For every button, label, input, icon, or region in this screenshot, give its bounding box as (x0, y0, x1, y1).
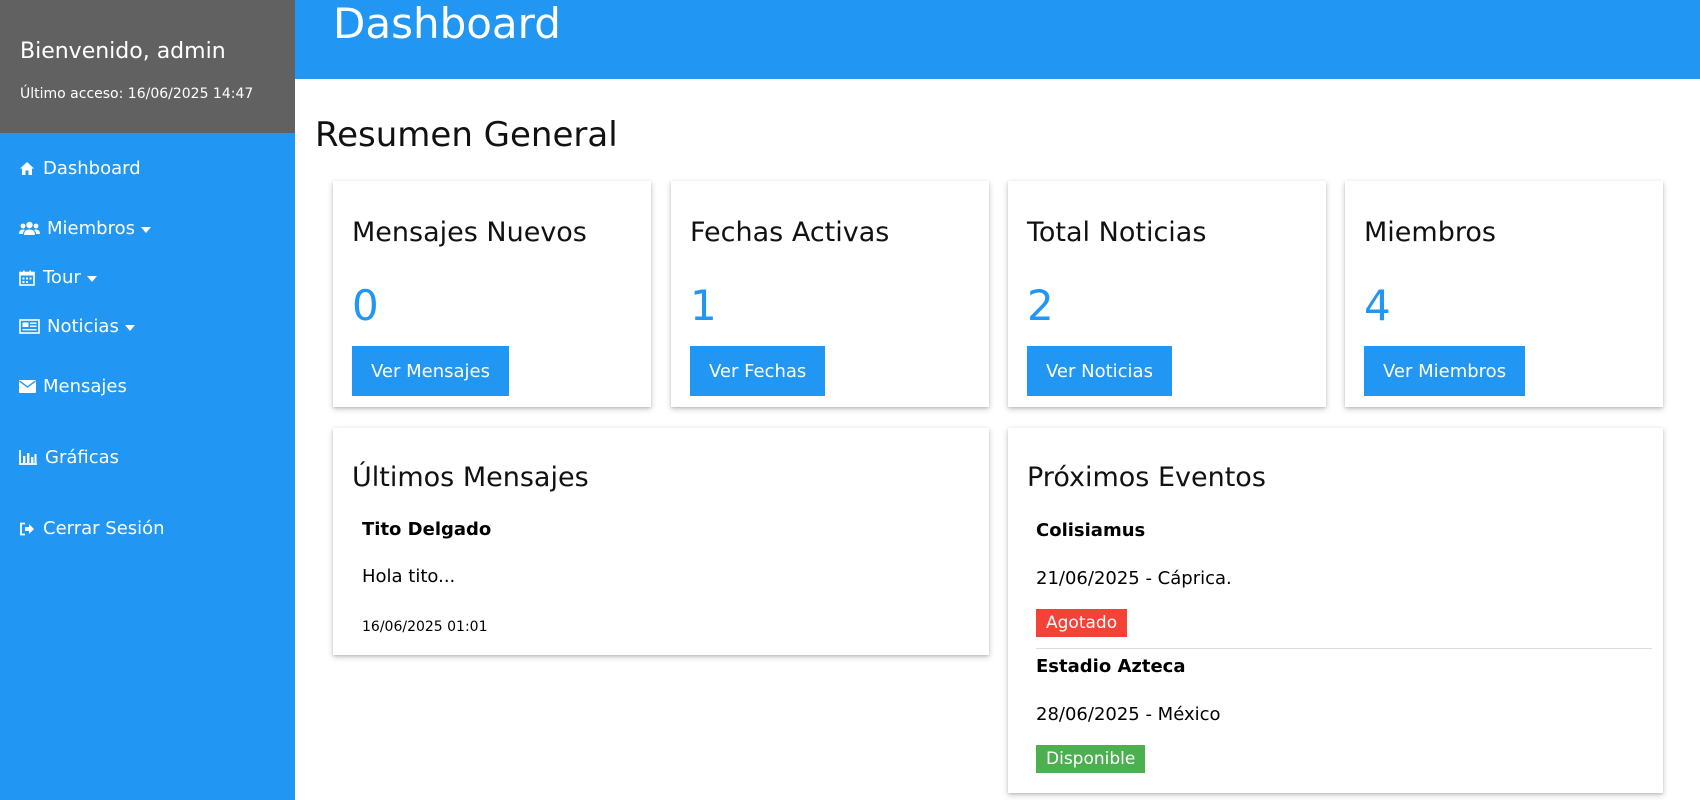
view-news-button[interactable]: Ver Noticias (1027, 346, 1172, 396)
sidebar-item-dashboard[interactable]: Dashboard (19, 158, 141, 179)
calendar-icon (19, 269, 39, 287)
stat-value: 4 (1364, 281, 1391, 330)
sidebar-item-label: Mensajes (43, 376, 127, 397)
user-box: Bienvenido, admin Último acceso: 16/06/2… (0, 0, 295, 133)
panel-title: Próximos Eventos (1027, 462, 1266, 493)
message-date: 16/06/2025 01:01 (362, 619, 488, 635)
sidebar-item-label: Tour (43, 267, 81, 288)
upcoming-events-panel: Próximos Eventos Colisiamus 21/06/2025 -… (1008, 428, 1663, 793)
envelope-icon (19, 378, 39, 396)
list-item: Estadio Azteca 28/06/2025 - México Dispo… (1036, 656, 1646, 773)
stat-value: 2 (1027, 281, 1054, 330)
welcome-text: Bienvenido, admin (20, 39, 226, 64)
users-icon (19, 220, 43, 238)
sidebar-item-miembros[interactable]: Miembros (19, 218, 151, 239)
status-badge: Disponible (1036, 745, 1146, 773)
list-item: Colisiamus 21/06/2025 - Cáprica. Agotado (1036, 520, 1646, 637)
stat-title: Total Noticias (1027, 217, 1207, 248)
stat-card-fechas: Fechas Activas 1 Ver Fechas (671, 181, 989, 407)
message-sender: Tito Delgado (362, 519, 492, 540)
latest-messages-panel: Últimos Mensajes Tito Delgado Hola tito.… (333, 428, 989, 655)
message-preview: Hola tito... (362, 566, 456, 587)
event-info: 21/06/2025 - Cáprica. (1036, 568, 1232, 589)
stat-title: Mensajes Nuevos (352, 217, 587, 248)
panel-title: Últimos Mensajes (352, 462, 589, 493)
sidebar-item-label: Dashboard (43, 158, 141, 179)
last-access-text: Último acceso: 16/06/2025 14:47 (20, 86, 254, 102)
chevron-down-icon (124, 324, 135, 331)
sign-out-icon (19, 520, 39, 538)
bar-chart-icon (19, 449, 41, 467)
sidebar-item-cerrar-sesion[interactable]: Cerrar Sesión (19, 518, 165, 539)
newspaper-icon (19, 318, 43, 336)
divider (1036, 648, 1652, 649)
sidebar-item-tour[interactable]: Tour (19, 267, 97, 288)
sidebar: Bienvenido, admin Último acceso: 16/06/2… (0, 0, 295, 800)
sidebar-item-noticias[interactable]: Noticias (19, 316, 135, 337)
view-dates-button[interactable]: Ver Fechas (690, 346, 826, 396)
sidebar-item-graficas[interactable]: Gráficas (19, 447, 119, 468)
event-name: Estadio Azteca (1036, 656, 1186, 677)
top-header: Dashboard (295, 0, 1700, 79)
app-root: Bienvenido, admin Último acceso: 16/06/2… (0, 0, 1700, 800)
stat-title: Fechas Activas (690, 217, 890, 248)
section-title: Resumen General (315, 115, 618, 155)
event-info: 28/06/2025 - México (1036, 704, 1221, 725)
status-badge: Agotado (1036, 609, 1128, 637)
page-title: Dashboard (333, 0, 561, 48)
view-members-button[interactable]: Ver Miembros (1364, 346, 1526, 396)
chevron-down-icon (140, 226, 151, 233)
stat-card-miembros: Miembros 4 Ver Miembros (1345, 181, 1663, 407)
sidebar-item-label: Cerrar Sesión (43, 518, 165, 539)
stat-value: 1 (690, 281, 717, 330)
home-icon (19, 160, 39, 178)
event-name: Colisiamus (1036, 520, 1146, 541)
sidebar-item-label: Gráficas (45, 447, 120, 468)
sidebar-item-mensajes[interactable]: Mensajes (19, 376, 127, 397)
stat-card-mensajes: Mensajes Nuevos 0 Ver Mensajes (333, 181, 651, 407)
view-messages-button[interactable]: Ver Mensajes (352, 346, 509, 396)
sidebar-item-label: Miembros (47, 218, 135, 239)
chevron-down-icon (86, 275, 97, 282)
stat-card-noticias: Total Noticias 2 Ver Noticias (1008, 181, 1326, 407)
stat-value: 0 (352, 281, 379, 330)
sidebar-item-label: Noticias (47, 316, 119, 337)
stat-title: Miembros (1364, 217, 1496, 248)
